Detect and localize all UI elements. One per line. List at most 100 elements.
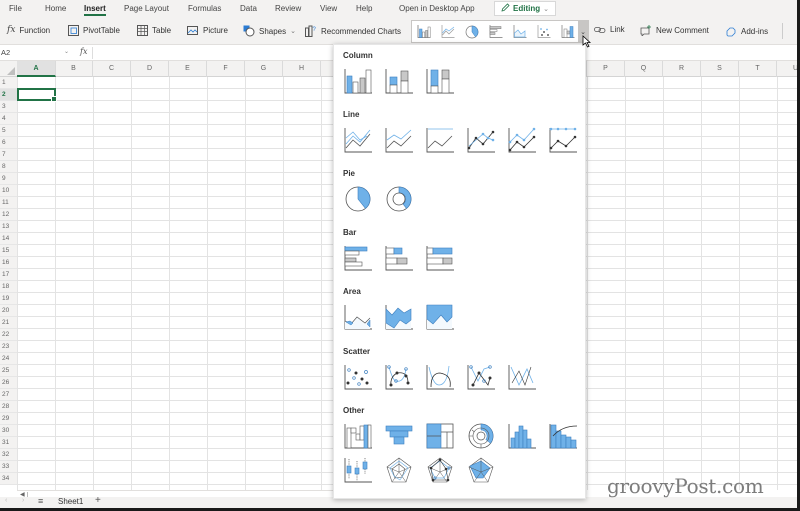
- active-cell-a2[interactable]: [17, 88, 57, 102]
- row-header-8[interactable]: 8: [0, 161, 17, 173]
- chart-option-histogram[interactable]: [507, 422, 537, 450]
- chart-option-scatter[interactable]: [343, 363, 373, 391]
- row-header-5[interactable]: 5: [0, 125, 17, 137]
- chart-option-pie[interactable]: [343, 185, 373, 213]
- chart-option-stacked-bar[interactable]: [384, 244, 414, 272]
- link-button[interactable]: Link: [594, 25, 625, 34]
- chart-option-100-stacked-line-with-markers[interactable]: [548, 126, 578, 154]
- column-chart-icon[interactable]: [412, 21, 436, 42]
- chart-option-filled-radar[interactable]: [466, 456, 496, 484]
- column-header-d[interactable]: D: [131, 61, 169, 77]
- column-header-e[interactable]: E: [169, 61, 207, 77]
- tab-file[interactable]: File: [9, 4, 22, 13]
- fx-icon[interactable]: fx: [80, 47, 87, 56]
- chart-option-scatter-smooth-lines[interactable]: [425, 363, 455, 391]
- column-header-c[interactable]: C: [93, 61, 131, 77]
- chart-option-100-stacked-column[interactable]: [425, 67, 455, 95]
- row-header-34[interactable]: 34: [0, 473, 17, 485]
- sheet-tab[interactable]: Sheet1: [58, 497, 83, 506]
- next-sheet-icon[interactable]: ›: [22, 497, 24, 504]
- column-header-u[interactable]: U: [777, 61, 797, 77]
- column-header-f[interactable]: F: [207, 61, 245, 77]
- tab-insert[interactable]: Insert: [84, 4, 106, 16]
- row-header-26[interactable]: 26: [0, 377, 17, 389]
- formula-input[interactable]: [95, 46, 330, 60]
- tab-home[interactable]: Home: [45, 4, 66, 13]
- row-header-31[interactable]: 31: [0, 437, 17, 449]
- tab-data[interactable]: Data: [240, 4, 257, 13]
- row-header-13[interactable]: 13: [0, 221, 17, 233]
- row-header-2[interactable]: 2: [0, 89, 17, 101]
- recommended-charts-button[interactable]: ? Recommended Charts: [305, 25, 401, 37]
- open-in-desktop-app-button[interactable]: Open in Desktop App: [399, 4, 475, 13]
- area-chart-icon[interactable]: [508, 21, 532, 42]
- tab-formulas[interactable]: Formulas: [188, 4, 221, 13]
- column-header-q[interactable]: Q: [625, 61, 663, 77]
- chart-option-clustered-column[interactable]: [343, 67, 373, 95]
- column-header-t[interactable]: T: [739, 61, 777, 77]
- tab-view[interactable]: View: [320, 4, 337, 13]
- select-all-corner[interactable]: [0, 61, 17, 77]
- chart-option-stacked-area[interactable]: [384, 303, 414, 331]
- chart-option-doughnut[interactable]: [384, 185, 414, 213]
- chart-option-waterfall[interactable]: [343, 422, 373, 450]
- row-header-7[interactable]: 7: [0, 149, 17, 161]
- row-header-23[interactable]: 23: [0, 341, 17, 353]
- row-header-12[interactable]: 12: [0, 209, 17, 221]
- add-ins-button[interactable]: Add-ins: [725, 25, 768, 37]
- row-header-9[interactable]: 9: [0, 173, 17, 185]
- tab-review[interactable]: Review: [275, 4, 301, 13]
- chart-option-radar[interactable]: [384, 456, 414, 484]
- chart-option-pareto[interactable]: [548, 422, 578, 450]
- row-header-28[interactable]: 28: [0, 401, 17, 413]
- chart-option-scatter-smooth-lines-markers[interactable]: [384, 363, 414, 391]
- row-header-4[interactable]: 4: [0, 113, 17, 125]
- tab-help[interactable]: Help: [356, 4, 372, 13]
- row-header-21[interactable]: 21: [0, 317, 17, 329]
- function-button[interactable]: fx Function: [7, 25, 50, 35]
- row-header-27[interactable]: 27: [0, 389, 17, 401]
- chart-option-scatter-straight-lines[interactable]: [507, 363, 537, 391]
- column-header-p[interactable]: P: [587, 61, 625, 77]
- row-header-25[interactable]: 25: [0, 365, 17, 377]
- new-comment-button[interactable]: New Comment: [640, 25, 709, 36]
- chart-option-radar-with-markers[interactable]: [425, 456, 455, 484]
- row-header-18[interactable]: 18: [0, 281, 17, 293]
- column-header-r[interactable]: R: [663, 61, 701, 77]
- row-header-33[interactable]: 33: [0, 461, 17, 473]
- row-header-10[interactable]: 10: [0, 185, 17, 197]
- row-header-16[interactable]: 16: [0, 257, 17, 269]
- bar-chart-icon[interactable]: [484, 21, 508, 42]
- column-header-b[interactable]: B: [55, 61, 93, 77]
- row-header-24[interactable]: 24: [0, 353, 17, 365]
- column-header-a[interactable]: A: [17, 61, 56, 77]
- row-header-22[interactable]: 22: [0, 329, 17, 341]
- row-header-6[interactable]: 6: [0, 137, 17, 149]
- shapes-button[interactable]: Shapes ⌄: [243, 25, 296, 37]
- row-header-20[interactable]: 20: [0, 305, 17, 317]
- chart-option-line[interactable]: [343, 126, 373, 154]
- chart-option-stacked-line[interactable]: [384, 126, 414, 154]
- chart-option-area[interactable]: [343, 303, 373, 331]
- row-header-15[interactable]: 15: [0, 245, 17, 257]
- column-header-g[interactable]: G: [245, 61, 283, 77]
- row-header-3[interactable]: 3: [0, 101, 17, 113]
- chart-option-treemap[interactable]: [425, 422, 455, 450]
- row-header-32[interactable]: 32: [0, 449, 17, 461]
- prev-sheet-icon[interactable]: ‹: [5, 497, 7, 504]
- chart-option-scatter-straight-lines-markers[interactable]: [466, 363, 496, 391]
- chart-option-clustered-bar[interactable]: [343, 244, 373, 272]
- chart-option-funnel[interactable]: [384, 422, 414, 450]
- row-header-11[interactable]: 11: [0, 197, 17, 209]
- all-sheets-menu-icon[interactable]: ≡: [38, 496, 43, 506]
- line-chart-icon[interactable]: [436, 21, 460, 42]
- column-header-h[interactable]: H: [283, 61, 321, 77]
- editing-mode-button[interactable]: Editing ⌄: [494, 1, 556, 16]
- other-chart-icon[interactable]: [556, 21, 580, 42]
- chart-option-sunburst[interactable]: [466, 422, 496, 450]
- chart-option-100-stacked-bar[interactable]: [425, 244, 455, 272]
- add-sheet-button[interactable]: +: [95, 495, 101, 506]
- tab-page-layout[interactable]: Page Layout: [124, 4, 169, 13]
- picture-button[interactable]: Picture: [187, 25, 228, 36]
- chart-option-100-stacked-line[interactable]: [425, 126, 455, 154]
